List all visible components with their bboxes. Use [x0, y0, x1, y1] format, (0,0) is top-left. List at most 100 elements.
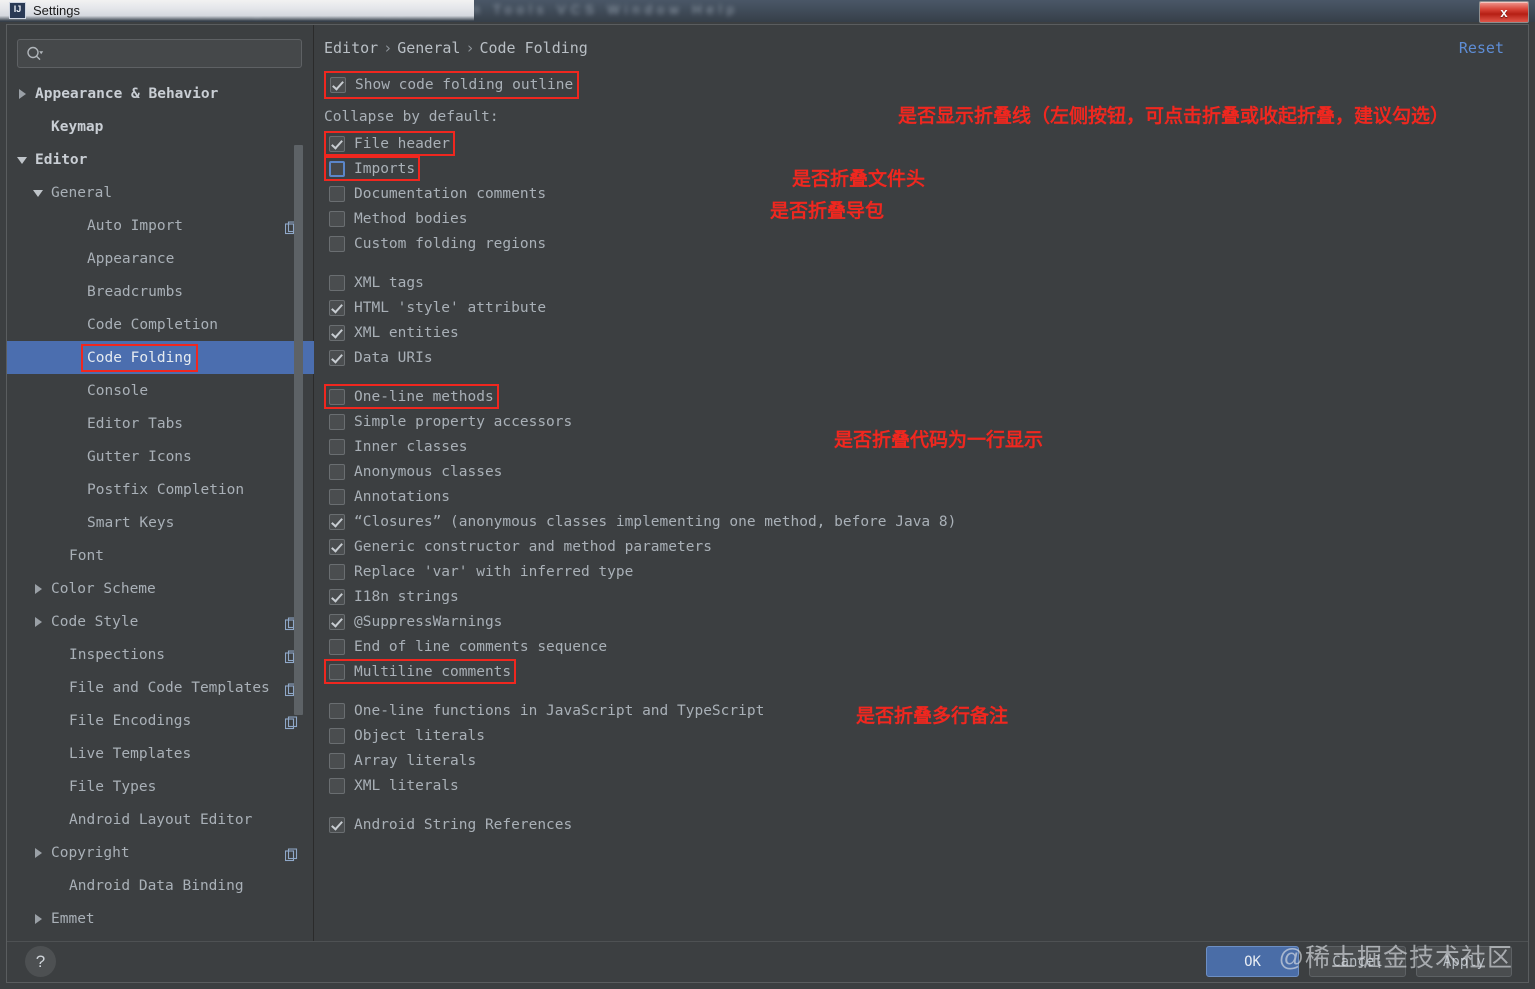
checkbox-replace-var-with-inferred-type[interactable]: Replace 'var' with inferred type [324, 559, 638, 584]
settings-tree[interactable]: Appearance & Behavior Keymap Editor General… [7, 77, 314, 942]
checkbox-xml-literals[interactable]: XML literals [324, 773, 464, 798]
checkbox-indicator[interactable] [329, 135, 345, 152]
checkbox-indicator[interactable] [329, 538, 345, 555]
breadcrumb-general[interactable]: General [397, 39, 460, 57]
sidebar-item-copyright[interactable]: Copyright [7, 836, 314, 869]
checkbox-indicator[interactable] [329, 413, 345, 430]
sidebar-item-smart-keys[interactable]: Smart Keys [7, 506, 314, 539]
checkbox-android-string-references[interactable]: Android String References [324, 812, 577, 837]
sidebar-scrollbar-track[interactable] [294, 77, 308, 942]
sidebar-item-auto-import[interactable]: Auto Import [7, 209, 314, 242]
checkbox-indicator[interactable] [329, 388, 345, 405]
sidebar-item-code-folding[interactable]: Code Folding [7, 341, 314, 374]
checkbox-simple-property-accessors[interactable]: Simple property accessors [324, 409, 577, 434]
checkbox-xml-entities[interactable]: XML entities [324, 320, 464, 345]
checkbox-closures-anonymous-classes-implementing-one-method-before-java-8[interactable]: “Closures” (anonymous classes implementi… [324, 509, 961, 534]
checkbox-indicator[interactable] [329, 588, 345, 605]
checkbox-one-line-methods[interactable]: One-line methods [324, 384, 499, 409]
search-box[interactable] [17, 39, 302, 68]
sidebar-item-emmet[interactable]: Emmet [7, 902, 314, 935]
sidebar-item-live-templates[interactable]: Live Templates [7, 737, 314, 770]
sidebar-item-code-style[interactable]: Code Style [7, 605, 314, 638]
chevron-down-icon[interactable] [33, 187, 44, 198]
checkbox-indicator[interactable] [329, 349, 345, 366]
checkbox-indicator[interactable] [329, 777, 345, 794]
checkbox-multiline-comments[interactable]: Multiline comments [324, 659, 517, 684]
checkbox-indicator[interactable] [329, 702, 345, 719]
checkbox-indicator[interactable] [329, 816, 345, 833]
checkbox-show-code-folding-outline[interactable]: Show code folding outline [324, 71, 579, 99]
search-input[interactable] [44, 46, 301, 61]
apply-button[interactable]: Apply [1416, 946, 1512, 977]
sidebar-item-appearance[interactable]: Appearance [7, 242, 314, 275]
checkbox-i18n-strings[interactable]: I18n strings [324, 584, 464, 609]
checkbox-indicator[interactable] [330, 77, 346, 93]
checkbox-indicator[interactable] [329, 235, 345, 252]
checkbox-inner-classes[interactable]: Inner classes [324, 434, 473, 459]
checkbox-object-literals[interactable]: Object literals [324, 723, 490, 748]
sidebar-item-postfix-completion[interactable]: Postfix Completion [7, 473, 314, 506]
checkbox-indicator[interactable] [329, 563, 345, 580]
sidebar-item-editor[interactable]: Editor [7, 143, 314, 176]
checkbox-annotations[interactable]: Annotations [324, 484, 455, 509]
sidebar-item-android-layout-editor[interactable]: Android Layout Editor [7, 803, 314, 836]
sidebar-item-color-scheme[interactable]: Color Scheme [7, 572, 314, 605]
checkbox-custom-folding-regions[interactable]: Custom folding regions [324, 231, 551, 256]
checkbox-indicator[interactable] [329, 438, 345, 455]
sidebar-item-code-completion[interactable]: Code Completion [7, 308, 314, 341]
chevron-right-icon[interactable] [33, 583, 44, 594]
cancel-button[interactable]: Cancel [1309, 946, 1406, 977]
chevron-right-icon[interactable] [33, 913, 44, 924]
sidebar-item-file-and-code-templates[interactable]: File and Code Templates [7, 671, 314, 704]
checkbox-imports[interactable]: Imports [324, 156, 421, 181]
reset-link[interactable]: Reset [1459, 39, 1504, 57]
sidebar-item-inspections[interactable]: Inspections [7, 638, 314, 671]
ok-button[interactable]: OK [1206, 946, 1299, 977]
checkbox-indicator[interactable] [329, 663, 345, 680]
sidebar-item-editor-tabs[interactable]: Editor Tabs [7, 407, 314, 440]
checkbox-documentation-comments[interactable]: Documentation comments [324, 181, 551, 206]
checkbox-indicator[interactable] [329, 463, 345, 480]
sidebar-item-appearance-behavior[interactable]: Appearance & Behavior [7, 77, 314, 110]
chevron-right-icon[interactable] [33, 616, 44, 627]
sidebar-item-file-encodings[interactable]: File Encodings [7, 704, 314, 737]
chevron-down-icon[interactable] [17, 154, 28, 165]
checkbox-indicator[interactable] [329, 185, 345, 202]
checkbox-indicator[interactable] [329, 299, 345, 316]
checkbox-indicator[interactable] [329, 324, 345, 341]
sidebar-scrollbar-thumb[interactable] [294, 145, 303, 715]
checkbox-indicator[interactable] [329, 210, 345, 227]
checkbox-data-uris[interactable]: Data URIs [324, 345, 438, 370]
sidebar-item-breadcrumbs[interactable]: Breadcrumbs [7, 275, 314, 308]
checkbox-indicator[interactable] [329, 638, 345, 655]
checkbox-xml-tags[interactable]: XML tags [324, 270, 429, 295]
chevron-right-icon[interactable] [33, 847, 44, 858]
sidebar-item-general[interactable]: General [7, 176, 314, 209]
sidebar-item-file-types[interactable]: File Types [7, 770, 314, 803]
checkbox-indicator[interactable] [329, 274, 345, 291]
checkbox-indicator[interactable] [329, 727, 345, 744]
checkbox-file-header[interactable]: File header [324, 131, 456, 156]
checkbox-indicator[interactable] [329, 752, 345, 769]
sidebar-item-font[interactable]: Font [7, 539, 314, 572]
checkbox-one-line-functions-in-javascript-and-typescript[interactable]: One-line functions in JavaScript and Typ… [324, 698, 769, 723]
checkbox-indicator[interactable] [329, 488, 345, 505]
breadcrumb-editor[interactable]: Editor [324, 39, 378, 57]
checkbox-suppresswarnings[interactable]: @SuppressWarnings [324, 609, 507, 634]
checkbox-array-literals[interactable]: Array literals [324, 748, 481, 773]
chevron-right-icon[interactable] [17, 88, 28, 99]
sidebar-item-android-data-binding[interactable]: Android Data Binding [7, 869, 314, 902]
help-button[interactable]: ? [25, 946, 56, 977]
checkbox-indicator[interactable] [329, 613, 345, 630]
checkbox-generic-constructor-and-method-parameters[interactable]: Generic constructor and method parameter… [324, 534, 717, 559]
sidebar-item-keymap[interactable]: Keymap [7, 110, 314, 143]
checkbox-indicator[interactable] [329, 513, 345, 530]
checkbox-indicator[interactable] [329, 160, 345, 177]
sidebar-item-console[interactable]: Console [7, 374, 314, 407]
close-window-button[interactable]: x [1479, 1, 1529, 23]
checkbox-method-bodies[interactable]: Method bodies [324, 206, 473, 231]
checkbox-end-of-line-comments-sequence[interactable]: End of line comments sequence [324, 634, 612, 659]
checkbox-html-style-attribute[interactable]: HTML 'style' attribute [324, 295, 551, 320]
sidebar-item-gutter-icons[interactable]: Gutter Icons [7, 440, 314, 473]
checkbox-anonymous-classes[interactable]: Anonymous classes [324, 459, 507, 484]
